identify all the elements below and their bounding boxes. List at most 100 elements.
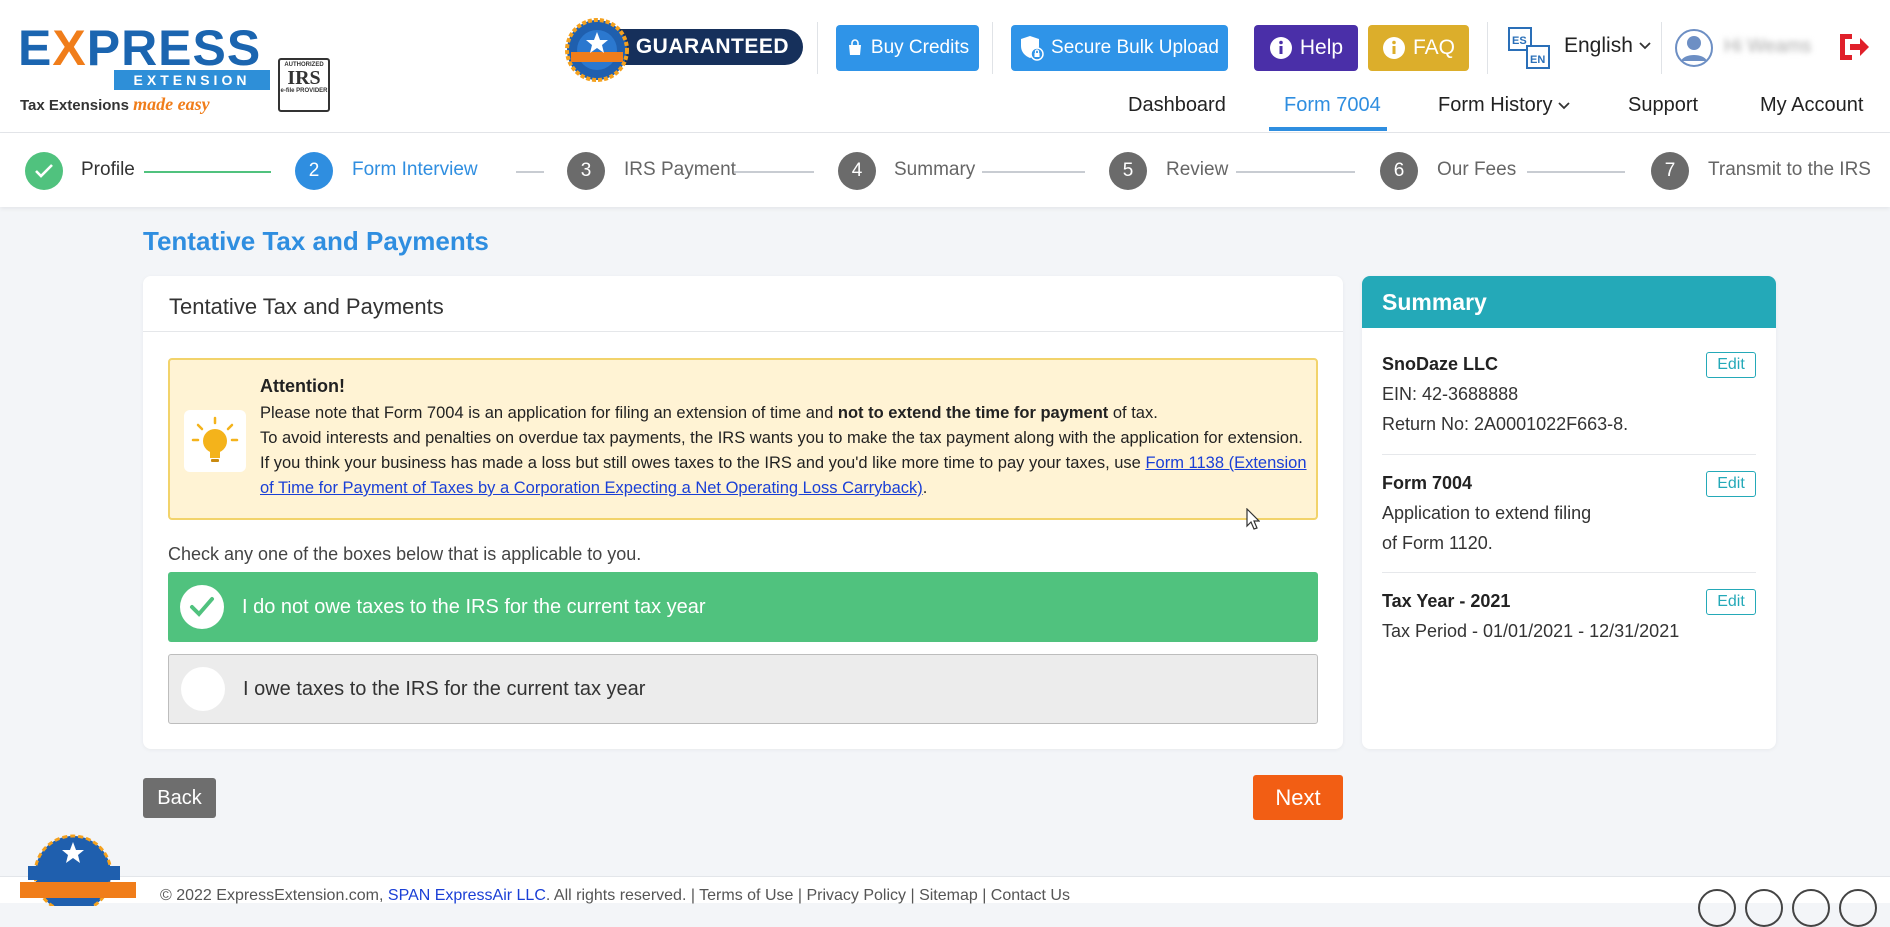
attention-line2: To avoid interests and penalties on over…	[260, 429, 1303, 447]
nav-form-7004[interactable]: Form 7004	[1284, 94, 1381, 117]
info-icon	[1382, 37, 1405, 59]
nav-dashboard[interactable]: Dashboard	[1128, 94, 1226, 117]
footer-company-link[interactable]: SPAN ExpressAir LLC	[388, 887, 546, 904]
option-owe-taxes[interactable]: I owe taxes to the IRS for the current t…	[168, 654, 1318, 724]
step-connector	[1527, 171, 1625, 173]
shopping-bag-icon	[848, 39, 861, 55]
summary-form: Form 7004 Edit Application to extend fil…	[1382, 471, 1756, 554]
check-icon	[35, 164, 53, 178]
express-extension-logo[interactable]: EXPRESS EXTENSION Tax Extensions made ea…	[18, 18, 270, 118]
progress-stepper: Profile 2 Form Interview 3 IRS Payment 4…	[0, 133, 1890, 207]
option-radio-unchecked[interactable]	[181, 667, 225, 711]
chevron-down-icon	[1558, 101, 1571, 109]
header-divider	[1487, 22, 1488, 74]
buy-credits-button[interactable]: Buy Credits	[836, 25, 979, 71]
language-translate-icon[interactable]: ES EN	[1507, 26, 1551, 70]
option-radio-checked[interactable]	[180, 585, 224, 629]
step-2-label[interactable]: Form Interview	[352, 159, 478, 181]
step-4-circle: 4	[838, 152, 876, 190]
step-7-circle: 7	[1651, 152, 1689, 190]
bulb-icon-box	[184, 410, 246, 472]
attention-text: Attention! Please note that Form 7004 is…	[260, 374, 1310, 501]
page-footer: © 2022 ExpressExtension.com, SPAN Expres…	[0, 876, 1890, 927]
option-do-not-owe-label: I do not owe taxes to the IRS for the cu…	[242, 595, 706, 618]
attention-notice: Attention! Please note that Form 7004 is…	[168, 358, 1318, 520]
footer-links-text: . All rights reserved. | Terms of Use | …	[545, 887, 1070, 904]
help-button[interactable]: Help	[1254, 25, 1358, 71]
guaranteed-badge: GUARANTEED	[565, 18, 805, 82]
nav-form-history-label: Form History	[1438, 94, 1553, 116]
tax-year: Tax Year - 2021	[1382, 591, 1511, 611]
tentative-tax-card: Tentative Tax and Payments Attention! Pl…	[143, 276, 1343, 749]
summary-title: Summary	[1362, 276, 1776, 328]
user-avatar-icon[interactable]	[1674, 28, 1714, 68]
nav-form-history[interactable]: Form History	[1438, 94, 1571, 117]
summary-panel: Summary SnoDaze LLC Edit EIN: 42-3688888…	[1362, 276, 1776, 749]
option-owe-label: I owe taxes to the IRS for the current t…	[243, 677, 646, 700]
step-2-circle[interactable]: 2	[295, 152, 333, 190]
form-description-line2: of Form 1120.	[1382, 533, 1493, 553]
summary-divider	[1382, 572, 1756, 573]
edit-business-button[interactable]: Edit	[1706, 352, 1756, 378]
attention-line3-end: .	[922, 479, 928, 497]
lang-icon-en: EN	[1530, 54, 1545, 66]
chevron-down-icon	[1639, 42, 1651, 50]
step-6-circle: 6	[1380, 152, 1418, 190]
language-selector[interactable]: English	[1564, 34, 1651, 58]
next-button[interactable]: Next	[1253, 775, 1343, 820]
step-5-label: Review	[1166, 159, 1229, 180]
faq-button[interactable]: FAQ	[1368, 25, 1469, 71]
logo-tagline-text: Tax Extensions	[20, 97, 129, 114]
form-description-line1: Application to extend filing	[1382, 503, 1592, 523]
user-name[interactable]: Hi Weams	[1724, 36, 1811, 58]
irs-badge-bottom: e-file PROVIDER	[280, 88, 328, 94]
attention-line3: If you think your business has made a lo…	[260, 454, 1146, 472]
back-button[interactable]: Back	[143, 778, 216, 818]
attention-emphasis: not to extend the time for payment	[837, 404, 1109, 422]
business-return-no: Return No: 2A0001022F663-8.	[1382, 414, 1629, 434]
irs-badge-main: IRS	[287, 67, 321, 89]
page-title: Tentative Tax and Payments	[143, 226, 489, 256]
step-connector	[1236, 171, 1355, 173]
mouse-cursor-icon	[1246, 508, 1260, 530]
header-divider	[992, 22, 993, 74]
nav-support[interactable]: Support	[1628, 94, 1698, 117]
option-do-not-owe-taxes[interactable]: I do not owe taxes to the IRS for the cu…	[168, 572, 1318, 642]
facebook-icon[interactable]	[1698, 889, 1736, 927]
buy-credits-label: Buy Credits	[870, 37, 970, 58]
language-value: English	[1564, 34, 1633, 57]
card-title: Tentative Tax and Payments	[169, 294, 444, 319]
logo-subtitle: EXTENSION	[114, 70, 270, 90]
summary-business: SnoDaze LLC Edit EIN: 42-3688888 Return …	[1382, 352, 1756, 435]
nav-active-indicator	[1269, 127, 1387, 131]
edit-tax-year-button[interactable]: Edit	[1706, 589, 1756, 615]
linkedin-icon[interactable]	[1839, 889, 1877, 927]
lang-icon-es: ES	[1512, 35, 1527, 47]
logout-icon[interactable]	[1836, 30, 1870, 64]
step-5-circle: 5	[1109, 152, 1147, 190]
logo-word: EXPRESS	[18, 20, 262, 76]
header-divider	[817, 22, 818, 74]
step-4-label: Summary	[894, 159, 976, 180]
step-1-circle[interactable]	[25, 152, 63, 190]
step-1-label[interactable]: Profile	[81, 159, 135, 181]
nav-my-account[interactable]: My Account	[1760, 94, 1863, 117]
edit-form-button[interactable]: Edit	[1706, 471, 1756, 497]
step-6-label: Our Fees	[1437, 159, 1517, 180]
step-3-circle: 3	[567, 152, 605, 190]
youtube-icon[interactable]	[1792, 889, 1830, 927]
secure-bulk-upload-button[interactable]: Secure Bulk Upload	[1011, 25, 1228, 71]
nav-form-7004-label: Form 7004	[1284, 94, 1381, 116]
check-icon	[190, 597, 214, 617]
irs-efile-badge: AUTHORIZED IRS e-file PROVIDER	[278, 58, 330, 112]
tax-period: Tax Period - 01/01/2021 - 12/31/2021	[1382, 621, 1680, 641]
nav-my-account-label: My Account	[1760, 94, 1864, 116]
summary-divider	[1382, 454, 1756, 455]
twitter-icon[interactable]	[1745, 889, 1783, 927]
footer-copyright-text: © 2022 ExpressExtension.com,	[160, 887, 388, 904]
approved-seal-icon	[565, 18, 629, 82]
step-connector	[144, 171, 271, 173]
header-divider	[1661, 22, 1662, 74]
attention-title: Attention!	[260, 376, 345, 396]
nav-support-label: Support	[1628, 94, 1699, 116]
